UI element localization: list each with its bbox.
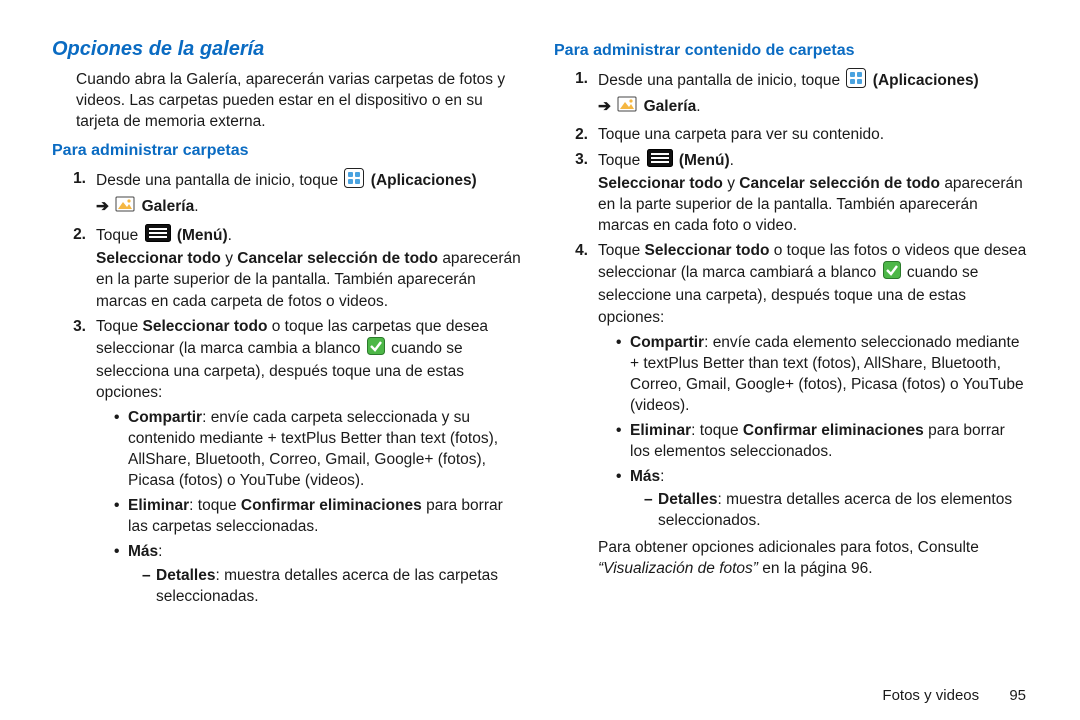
step-number: 3. (52, 316, 96, 337)
page-number: 95 (1009, 687, 1026, 704)
sel-all-label: Seleccionar todo (96, 250, 221, 267)
right-options: Compartir: envíe cada elemento seleccion… (598, 332, 1028, 532)
closing-note: Para obtener opciones adicionales para f… (598, 537, 1028, 579)
step-number: 2. (52, 224, 96, 245)
step-text: Toque (598, 152, 640, 169)
share-lead: Compartir (630, 334, 704, 351)
step-body: Toque Seleccionar todo o toque las carpe… (96, 316, 526, 611)
right-step-1: 1. Desde una pantalla de inicio, toque (554, 68, 1028, 120)
more-lead: Más (630, 468, 660, 485)
more-lead: Más (128, 543, 158, 560)
step-body: Toque una carpeta para ver su contenido. (598, 124, 1028, 145)
step-number: 1. (52, 168, 96, 189)
menu-label: (Menú) (679, 152, 730, 169)
menu-icon (145, 224, 171, 248)
apps-icon (846, 68, 866, 94)
left-steps: 1. Desde una pantalla de inicio, toque (52, 168, 526, 610)
step-body: Toque Seleccionar todo o toque las fotos… (598, 240, 1028, 579)
share-lead: Compartir (128, 409, 202, 426)
right-step-2: 2. Toque una carpeta para ver su conteni… (554, 124, 1028, 145)
selection-note: Seleccionar todo y Cancelar selección de… (96, 248, 526, 311)
del-confirm: Confirmar eliminaciones (743, 422, 924, 439)
del-text: : toque (189, 497, 241, 514)
manual-page: Opciones de la galería Cuando abra la Ga… (0, 0, 1080, 720)
y-text: y (723, 175, 739, 192)
more-details: Detalles: muestra detalles acerca de las… (142, 565, 526, 607)
option-share: Compartir: envíe cada elemento seleccion… (618, 332, 1028, 416)
gallery-label: Galería (142, 198, 195, 215)
option-share: Compartir: envíe cada carpeta selecciona… (116, 407, 526, 491)
more-details: Detalles: muestra detalles acerca de los… (644, 489, 1028, 531)
step-number: 2. (554, 124, 598, 145)
step-text: Toque (96, 227, 138, 244)
left-step-2: 2. Toque (Menú). (52, 224, 526, 311)
option-delete: Eliminar: toque Confirmar eliminaciones … (618, 420, 1028, 462)
section-title: Opciones de la galería (52, 36, 526, 63)
sel-all-label: Seleccionar todo (645, 242, 770, 259)
arrow-icon: ➔ (96, 198, 109, 215)
gallery-icon (617, 94, 637, 120)
details-lead: Detalles (658, 491, 717, 508)
del-text: : toque (691, 422, 743, 439)
sel-all-label: Seleccionar todo (143, 318, 268, 335)
step-text: Toque (96, 318, 143, 335)
left-column: Opciones de la galería Cuando abra la Ga… (52, 36, 526, 615)
left-step-3: 3. Toque Seleccionar todo o toque las ca… (52, 316, 526, 611)
check-icon (883, 261, 901, 285)
apps-label: (Aplicaciones) (371, 172, 477, 189)
step-number: 4. (554, 240, 598, 261)
selection-note: Seleccionar todo y Cancelar selección de… (598, 173, 1028, 236)
intro-paragraph: Cuando abra la Galería, aparecerán varia… (76, 69, 526, 132)
unsel-all-label: Cancelar selección de todo (237, 250, 438, 267)
right-step-4: 4. Toque Seleccionar todo o toque las fo… (554, 240, 1028, 579)
check-icon (367, 337, 385, 361)
step-body: Desde una pantalla de inicio, toque (Apl… (598, 68, 1028, 120)
step-text: Desde una pantalla de inicio, toque (96, 172, 338, 189)
option-more: Más: Detalles: muestra detalles acerca d… (618, 466, 1028, 531)
gallery-label: Galería (644, 98, 697, 115)
option-more: Más: Detalles: muestra detalles acerca d… (116, 541, 526, 606)
more-sublist: Detalles: muestra detalles acerca de los… (630, 489, 1028, 531)
right-step-3: 3. Toque (Menú). (554, 149, 1028, 236)
left-options: Compartir: envíe cada carpeta selecciona… (96, 407, 526, 607)
arrow-icon: ➔ (598, 98, 611, 115)
two-column-layout: Opciones de la galería Cuando abra la Ga… (52, 36, 1028, 615)
closing-text: Para obtener opciones adicionales para f… (598, 539, 979, 556)
unsel-all-label: Cancelar selección de todo (739, 175, 940, 192)
menu-icon (647, 149, 673, 173)
right-column: Para administrar contenido de carpetas 1… (554, 36, 1028, 615)
footer-label: Fotos y videos (882, 687, 979, 704)
step-body: Toque (Menú). Seleccionar todo y Canc (96, 224, 526, 311)
menu-label: (Menú) (177, 227, 228, 244)
left-step-1: 1. Desde una pantalla de inicio, toque (52, 168, 526, 220)
step-number: 1. (554, 68, 598, 89)
step-number: 3. (554, 149, 598, 170)
more-sublist: Detalles: muestra detalles acerca de las… (128, 565, 526, 607)
y-text: y (221, 250, 237, 267)
apps-label: (Aplicaciones) (873, 72, 979, 89)
page-footer: Fotos y videos 95 (882, 687, 1026, 704)
cross-reference: “Visualización de fotos” (598, 560, 758, 577)
step-text: Toque (598, 242, 645, 259)
step-text: Desde una pantalla de inicio, toque (598, 72, 840, 89)
del-lead: Eliminar (128, 497, 189, 514)
del-confirm: Confirmar eliminaciones (241, 497, 422, 514)
right-subheading: Para administrar contenido de carpetas (554, 40, 1028, 62)
step-body: Toque (Menú). Seleccionar todo y Canc (598, 149, 1028, 236)
sel-all-label: Seleccionar todo (598, 175, 723, 192)
apps-icon (344, 168, 364, 194)
right-steps: 1. Desde una pantalla de inicio, toque (554, 68, 1028, 580)
option-delete: Eliminar: toque Confirmar eliminaciones … (116, 495, 526, 537)
gallery-icon (115, 194, 135, 220)
left-subheading: Para administrar carpetas (52, 140, 526, 162)
step-body: Desde una pantalla de inicio, toque (Apl… (96, 168, 526, 220)
closing-text: en la página 96. (758, 560, 873, 577)
del-lead: Eliminar (630, 422, 691, 439)
details-lead: Detalles (156, 567, 215, 584)
